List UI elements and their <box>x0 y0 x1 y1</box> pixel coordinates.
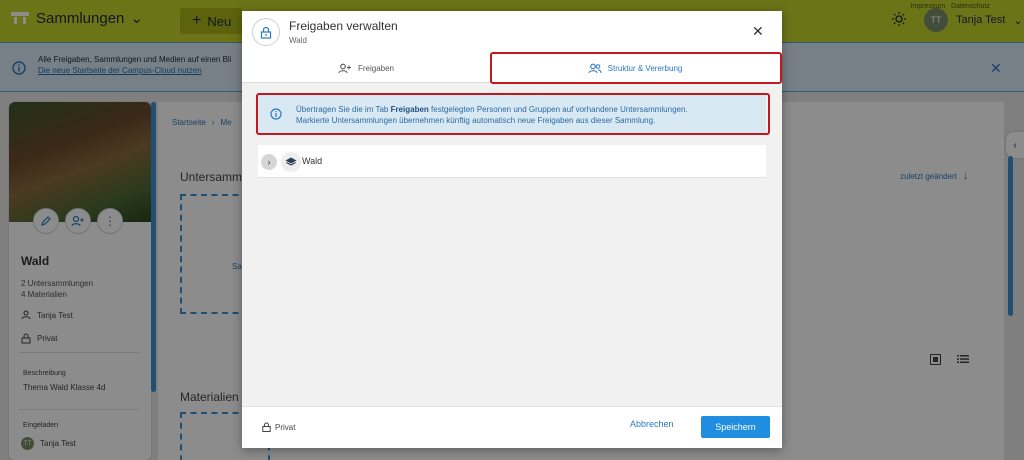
tab-freigaben-label: Freigaben <box>357 63 395 73</box>
dialog-subtitle: Wald <box>289 36 307 45</box>
dialog-footer: Privat Abbrechen Speichern <box>242 406 782 448</box>
info-highlight-frame <box>256 93 770 135</box>
share-dialog: Freigaben verwalten Wald ✕ Freigaben Str… <box>242 11 782 448</box>
privacy-status: Privat <box>262 422 295 432</box>
dialog-title: Freigaben verwalten <box>289 19 398 33</box>
lock-icon <box>262 422 271 432</box>
tab-freigaben[interactable]: Freigaben <box>242 53 490 83</box>
lock-icon <box>252 18 280 46</box>
tree-row[interactable]: › Wald <box>258 145 766 178</box>
expand-chevron-icon[interactable]: › <box>261 154 277 170</box>
close-icon[interactable]: ✕ <box>752 23 764 40</box>
add-user-icon <box>338 63 351 73</box>
privacy-label: Privat <box>275 422 296 432</box>
tab-highlight-frame <box>490 52 782 84</box>
layers-icon <box>281 152 301 172</box>
dialog-header: Freigaben verwalten Wald ✕ <box>242 11 782 53</box>
tree-item-label: Wald <box>302 156 323 166</box>
save-button[interactable]: Speichern <box>701 416 770 438</box>
cancel-button[interactable]: Abbrechen <box>630 419 674 429</box>
